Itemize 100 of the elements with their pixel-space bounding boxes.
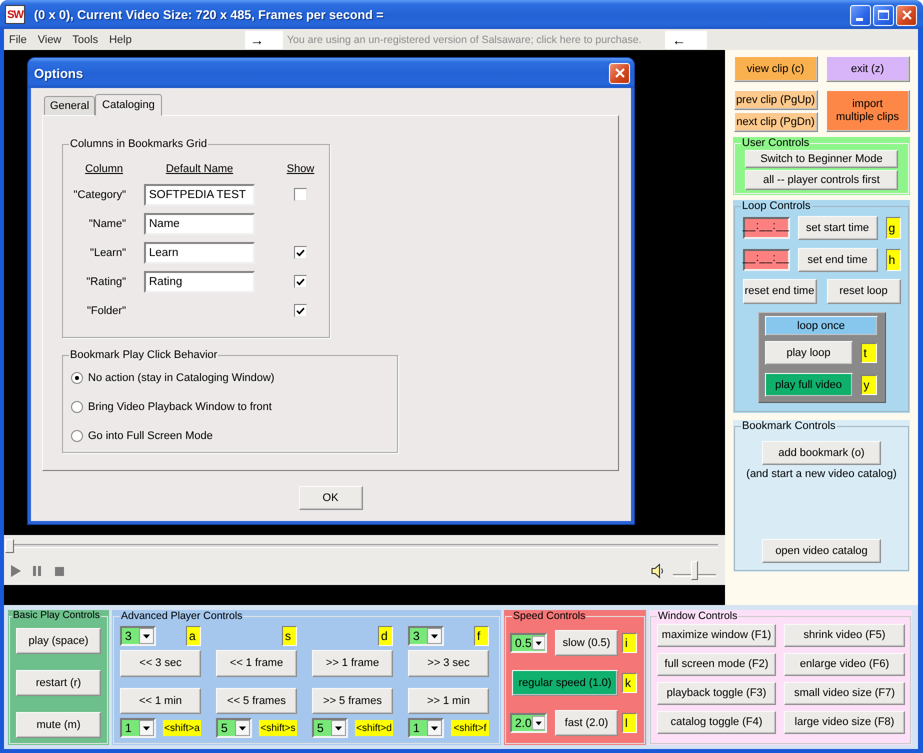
mode-button[interactable]: all -- player controls first [745, 170, 898, 190]
window-control-button[interactable]: small video size (F7) [784, 682, 905, 705]
seek-step-button[interactable]: << 3 sec [120, 650, 201, 677]
window-control-button[interactable]: enlarge video (F6) [784, 653, 905, 676]
set-time-button[interactable]: set start time [798, 216, 878, 240]
window-control-button[interactable]: full screen mode (F2) [657, 653, 776, 676]
column-label: "Category" [74, 188, 126, 200]
group-title: Basic Play Controls [12, 610, 101, 622]
group-title: Bookmark Play Click Behavior [69, 349, 218, 361]
slider-thumb[interactable] [5, 539, 14, 553]
hotkey-label: <shift>f [451, 720, 489, 736]
next-clip-button[interactable]: next clip (PgDn) [734, 112, 818, 132]
group-title: Bookmark Controls [741, 420, 837, 432]
step-dropdown[interactable]: 1 [120, 718, 156, 738]
reset-button[interactable]: reset end time [742, 279, 816, 304]
step-dropdown[interactable]: 1 [408, 718, 444, 738]
volume-slider[interactable] [673, 561, 716, 581]
speed-button[interactable]: slow (0.5) [555, 630, 618, 656]
radio-option[interactable]: No action (stay in Cataloging Window) [71, 363, 274, 392]
minimize-icon [856, 18, 863, 20]
checkmark-icon [296, 306, 305, 314]
window-control-button[interactable]: maximize window (F1) [657, 624, 776, 647]
mode-button[interactable]: Switch to Beginner Mode [745, 150, 898, 168]
loop-once-button[interactable]: loop once [764, 316, 878, 336]
slider-thumb[interactable] [691, 561, 698, 580]
hotkey-label: l [622, 713, 637, 733]
play-control-button[interactable]: play (space) [16, 628, 101, 654]
seek-step-button[interactable]: >> 1 frame [312, 650, 393, 677]
window-control-button[interactable]: catalog toggle (F4) [657, 711, 776, 734]
speed-dropdown[interactable]: 2.0 [510, 713, 547, 733]
prev-clip-button[interactable]: prev clip (PgUp) [734, 90, 818, 110]
radio-option[interactable]: Bring Video Playback Window to front [71, 392, 272, 421]
window-control-button[interactable]: shrink video (F5) [784, 624, 905, 647]
column-label: "Learn" [90, 246, 126, 258]
bookmark-note: (and start a new video catalog) [746, 468, 897, 480]
speed-dropdown[interactable]: 0.5 [510, 633, 547, 653]
radio-option[interactable]: Go into Full Screen Mode [71, 421, 213, 450]
minimize-button[interactable] [850, 4, 871, 26]
show-checkbox[interactable] [294, 304, 307, 317]
hotkey-label: g [886, 217, 900, 239]
seek-step-button[interactable]: >> 1 min [408, 688, 489, 714]
group-title: Speed Controls [512, 610, 586, 622]
seek-step-button[interactable]: << 1 min [120, 688, 201, 714]
menu-item[interactable]: Help [109, 34, 132, 46]
step-dropdown[interactable]: 3 [120, 626, 156, 646]
step-dropdown[interactable]: 5 [216, 718, 252, 738]
show-checkbox[interactable] [294, 246, 307, 259]
default-name-field[interactable]: Name [144, 212, 255, 234]
show-checkbox[interactable] [294, 275, 307, 288]
speaker-icon[interactable] [651, 563, 664, 579]
column-header: Column [85, 162, 124, 176]
column-header: Default Name [166, 162, 234, 176]
hotkey-label: <shift>a [163, 720, 201, 736]
window-control-button[interactable]: playback toggle (F3) [657, 682, 776, 705]
checkmark-icon [296, 278, 305, 286]
default-name-field[interactable]: Rating [144, 270, 255, 292]
step-dropdown[interactable]: 3 [408, 626, 444, 646]
window-control-button[interactable]: large video size (F8) [784, 711, 905, 734]
radio-icon[interactable] [71, 400, 83, 412]
radio-icon[interactable] [71, 430, 83, 442]
seek-slider[interactable] [5, 539, 718, 553]
close-icon [902, 10, 912, 20]
seek-step-button[interactable]: << 1 frame [216, 650, 297, 677]
play-control-button[interactable]: restart (r) [16, 670, 101, 696]
menu-item[interactable]: File [9, 34, 27, 46]
set-time-button[interactable]: set end time [798, 248, 878, 272]
ok-button[interactable]: OK [298, 486, 362, 510]
show-checkbox[interactable] [294, 188, 307, 201]
radio-icon[interactable] [71, 372, 83, 384]
close-button[interactable] [896, 4, 917, 26]
play-mode-button[interactable]: play loop [764, 341, 852, 365]
menu-item[interactable]: Tools [72, 34, 98, 46]
hotkey-label: d [378, 626, 393, 646]
seek-step-button[interactable]: << 5 frames [216, 688, 297, 714]
seek-step-button[interactable]: >> 5 frames [312, 688, 393, 714]
speed-button[interactable]: fast (2.0) [555, 710, 618, 736]
speed-button[interactable]: regular speed (1.0) [512, 670, 618, 696]
checkmark-icon [296, 248, 305, 256]
window-title: (0 x 0), Current Video Size: 720 x 485, Frames per second = [34, 8, 385, 22]
import-button[interactable]: import multiple clips [826, 90, 910, 132]
reset-button[interactable]: reset loop [826, 279, 900, 304]
play-control-button[interactable]: mute (m) [16, 712, 101, 738]
hotkey-label: k [622, 673, 637, 693]
column-header: Show [286, 162, 314, 176]
open-catalog-button[interactable]: open video catalog [762, 539, 881, 563]
seek-step-button[interactable]: >> 3 sec [408, 650, 489, 677]
close-button[interactable] [609, 62, 630, 84]
tab[interactable]: General [44, 96, 96, 115]
tab[interactable]: Cataloging [95, 94, 162, 116]
maximize-button[interactable] [873, 4, 894, 26]
menu-item[interactable]: View [38, 34, 62, 46]
exit-button[interactable]: exit (z) [826, 56, 910, 82]
view-clip-button[interactable]: view clip (c) [734, 56, 818, 82]
hotkey-label: t [860, 343, 876, 363]
step-dropdown[interactable]: 5 [312, 718, 348, 738]
default-name-field[interactable]: SOFTPEDIA TEST [144, 184, 255, 206]
default-name-field[interactable]: Learn [144, 242, 255, 264]
hotkey-label: i [622, 633, 637, 653]
add-bookmark-button[interactable]: add bookmark (o) [762, 441, 881, 465]
play-mode-button[interactable]: play full video [764, 373, 852, 397]
